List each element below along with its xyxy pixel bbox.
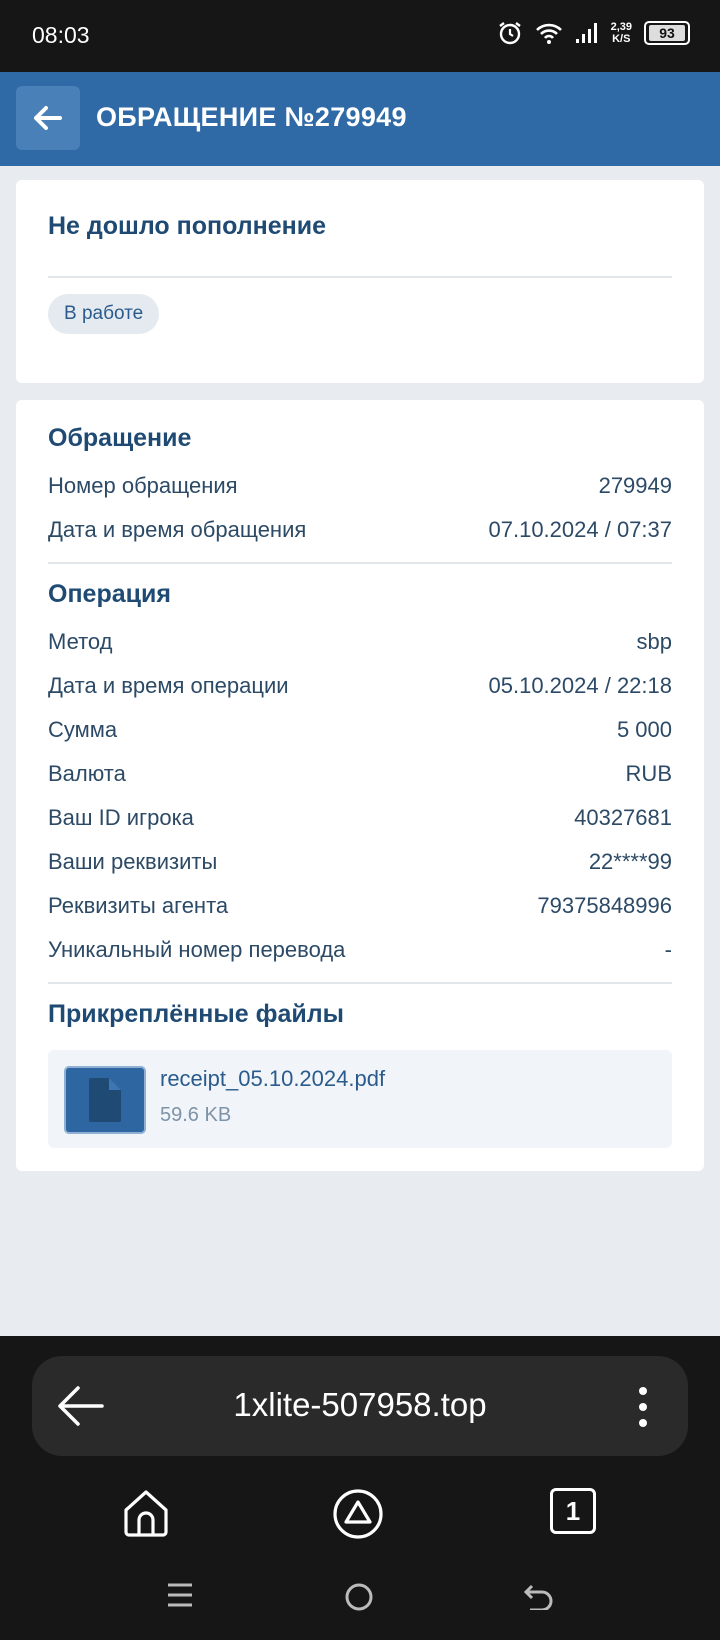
row-value: 07.10.2024 / 07:37 — [488, 517, 673, 542]
system-back-icon[interactable] — [524, 1582, 554, 1610]
detail-row-appeal-number: Номер обращения 279949 — [48, 473, 672, 499]
detail-row-your-requisites: Ваши реквизиты 22****99 — [48, 849, 672, 875]
detail-row-player-id: Ваш ID игрока 40327681 — [48, 805, 672, 831]
net-speed-value: 2,39 — [610, 21, 632, 33]
row-value: 5 000 — [616, 717, 672, 742]
row-value: 79375848996 — [537, 893, 672, 918]
detail-row-amount: Сумма 5 000 — [48, 717, 672, 743]
row-label: Номер обращения — [48, 473, 238, 498]
recent-apps-icon[interactable] — [166, 1582, 194, 1608]
browser-bar: 1xlite-507958.top 1 — [0, 1336, 720, 1640]
row-value: 40327681 — [574, 805, 672, 830]
back-button[interactable] — [16, 86, 80, 150]
details-card: Обращение Номер обращения 279949 Дата и … — [16, 400, 704, 1171]
status-badge: В работе — [48, 294, 160, 334]
row-label: Метод — [48, 629, 113, 654]
row-label: Ваш ID игрока — [48, 805, 194, 830]
section-title-operation: Операция — [48, 580, 171, 608]
app-header: ОБРАЩЕНИЕ №279949 — [0, 72, 720, 166]
wifi-icon — [535, 23, 562, 44]
battery-icon: 93 — [644, 21, 690, 45]
file-size: 59.6 KB — [160, 1104, 232, 1126]
url-text[interactable]: 1xlite-507958.top — [32, 1386, 688, 1424]
file-icon — [64, 1066, 146, 1134]
battery-level: 93 — [649, 25, 685, 41]
issue-card: Не дошло пополнение В работе — [16, 180, 704, 383]
row-label: Дата и время операции — [48, 673, 289, 698]
arrow-left-icon — [34, 106, 62, 130]
detail-row-currency: Валюта RUB — [48, 761, 672, 787]
tab-count: 1 — [565, 1496, 581, 1526]
detail-row-operation-datetime: Дата и время операции 05.10.2024 / 22:18 — [48, 673, 672, 699]
status-bar: 08:03 2,39 K/S 93 — [0, 0, 720, 72]
row-value: RUB — [625, 761, 672, 786]
attachment-item[interactable]: receipt_05.10.2024.pdf 59.6 KB — [48, 1050, 672, 1148]
row-label: Сумма — [48, 717, 118, 742]
divider — [48, 562, 672, 564]
address-bar[interactable]: 1xlite-507958.top — [32, 1356, 688, 1456]
row-value: - — [664, 937, 672, 962]
section-title-attachments: Прикреплённые файлы — [48, 1000, 344, 1028]
file-name[interactable]: receipt_05.10.2024.pdf — [160, 1066, 385, 1092]
row-label: Валюта — [48, 761, 126, 786]
row-value: sbp — [636, 629, 672, 654]
detail-row-agent-requisites: Реквизиты агента 79375848996 — [48, 893, 672, 919]
row-value: 05.10.2024 / 22:18 — [488, 673, 673, 698]
signal-icon — [575, 23, 597, 43]
document-icon — [89, 1078, 121, 1122]
assistant-icon[interactable] — [332, 1488, 384, 1540]
status-icons: 2,39 K/S 93 — [497, 20, 690, 46]
row-label: Реквизиты агента — [48, 893, 229, 918]
row-value: 22****99 — [588, 849, 672, 874]
net-speed: 2,39 K/S — [611, 21, 632, 45]
more-menu-icon[interactable] — [638, 1386, 648, 1428]
detail-row-transfer-number: Уникальный номер перевода - — [48, 937, 672, 963]
row-label: Дата и время обращения — [48, 517, 307, 542]
row-value: 279949 — [598, 473, 672, 498]
detail-row-appeal-datetime: Дата и время обращения 07.10.2024 / 07:3… — [48, 517, 672, 543]
divider — [48, 276, 672, 278]
status-time: 08:03 — [32, 22, 90, 48]
tabs-button[interactable]: 1 — [550, 1488, 596, 1534]
row-label: Уникальный номер перевода — [48, 937, 346, 962]
issue-title: Не дошло пополнение — [48, 212, 327, 240]
detail-row-method: Метод sbp — [48, 629, 672, 655]
row-label: Ваши реквизиты — [48, 849, 218, 874]
net-speed-unit: K/S — [612, 33, 631, 45]
divider — [48, 982, 672, 984]
page-title: ОБРАЩЕНИЕ №279949 — [96, 102, 407, 132]
home-circle-icon[interactable] — [344, 1582, 374, 1612]
section-title-appeal: Обращение — [48, 424, 192, 452]
alarm-icon — [498, 22, 521, 45]
home-icon[interactable] — [122, 1488, 170, 1538]
